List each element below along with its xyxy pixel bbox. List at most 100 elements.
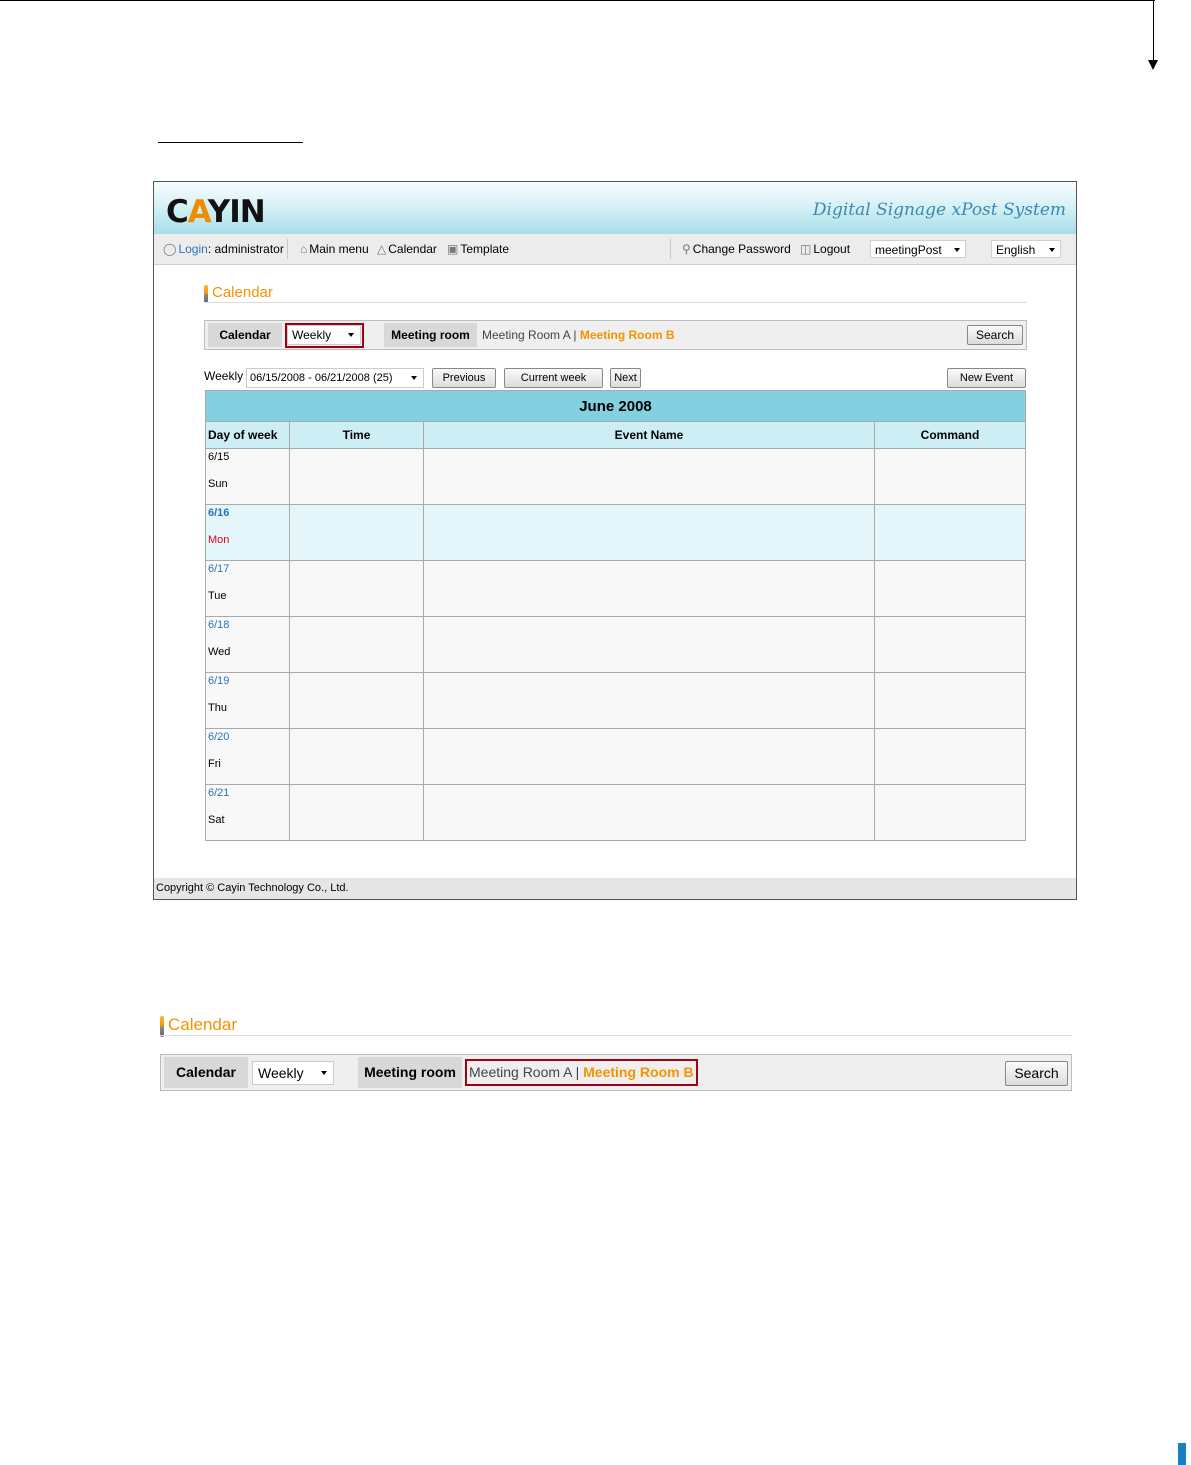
new-event-button[interactable]: New Event [947,368,1026,388]
chevron-down-icon [1049,248,1055,252]
event-cell[interactable] [423,616,875,673]
zoom-highlight-box [465,1059,698,1086]
template-link[interactable]: ▣ Template [447,234,509,264]
day-date[interactable]: 6/17 [208,561,289,576]
room-list: Meeting Room A | Meeting Room B [482,321,675,349]
time-cell [289,784,424,841]
template-icon: ▣ [447,242,459,256]
day-name: Sat [208,814,225,826]
time-cell [289,672,424,729]
nav-divider [287,239,288,259]
chevron-down-icon [954,248,960,252]
command-cell [874,504,1026,561]
event-cell[interactable] [423,728,875,785]
main-menu-link[interactable]: ⌂ Main menu [300,234,369,264]
event-cell[interactable] [423,448,875,505]
day-date[interactable]: 6/16 [208,505,289,520]
room-b-link[interactable]: Meeting Room B [580,328,675,342]
title-underline [158,142,303,143]
title-marker-icon [160,1016,164,1037]
day-cell: 6/18 Wed [205,616,290,673]
next-button[interactable]: Next [610,368,641,388]
day-date[interactable]: 6/18 [208,617,289,632]
title-marker-icon [204,285,208,303]
room-a-link[interactable]: Meeting Room A | [482,328,577,342]
zoom-meeting-room-label: Meeting room [358,1057,462,1088]
table-row: 6/20 Fri [205,728,1026,785]
app-window: CAYIN Digital Signage xPost System ◯ Logi… [153,181,1077,900]
table-row: 6/16 Mon [205,504,1026,561]
chevron-down-icon [321,1071,327,1075]
day-cell: 6/17 Tue [205,560,290,617]
command-cell [874,784,1026,841]
footer-copyright: Copyright © Cayin Technology Co., Ltd. [154,878,1076,899]
search-button[interactable]: Search [967,325,1023,345]
nav-bar: ◯ Login: administrator ⌂ Main menu △ Calend… [154,234,1076,265]
day-name: Sun [208,478,228,490]
event-cell[interactable] [423,784,875,841]
login-info: ◯ Login: administrator [163,234,284,264]
key-icon: ⚲ [682,242,691,256]
command-cell [874,616,1026,673]
highlight-box [285,323,364,348]
event-cell[interactable] [423,672,875,729]
month-title: June 2008 [205,390,1026,422]
logout-icon: ◫ [800,242,812,256]
logout-link[interactable]: ◫ Logout [800,234,850,264]
event-cell[interactable] [423,560,875,617]
calendar-filter-label: Calendar [208,323,282,347]
time-cell [289,616,424,673]
day-cell: 6/16 Mon [205,504,290,561]
event-cell[interactable] [423,504,875,561]
day-date[interactable]: 6/21 [208,785,289,800]
day-cell: 6/21 Sat [205,784,290,841]
cayin-logo: CAYIN [166,194,266,230]
zoom-view-select[interactable]: Weekly [252,1061,334,1085]
arrow-down-icon [1148,60,1158,70]
day-date[interactable]: 6/20 [208,729,289,744]
col-event-name: Event Name [423,421,875,449]
previous-button[interactable]: Previous [432,368,496,388]
col-day-of-week: Day of week [205,421,290,449]
change-password-link[interactable]: ⚲ Change Password [682,234,791,264]
language-select[interactable]: English [991,240,1061,258]
week-range-select[interactable]: 06/15/2008 - 06/21/2008 (25) [246,368,424,388]
command-cell [874,560,1026,617]
current-week-button[interactable]: Current week [504,368,603,388]
user-icon: ◯ [163,242,177,256]
command-cell [874,672,1026,729]
weekly-calendar-table: June 2008 Day of week Time Event Name Co… [205,390,1026,841]
command-cell [874,448,1026,505]
day-cell: 6/15 Sun [205,448,290,505]
command-cell [874,728,1026,785]
day-name: Thu [208,702,227,714]
calendar-icon: △ [377,242,387,256]
day-cell: 6/20 Fri [205,728,290,785]
home-icon: ⌂ [300,242,308,256]
zoom-section-title: Calendar [160,1015,237,1037]
col-time: Time [289,421,424,449]
day-date[interactable]: 6/19 [208,673,289,688]
server-select[interactable]: meetingPost [870,240,966,258]
table-row: 6/18 Wed [205,616,1026,673]
time-cell [289,448,424,505]
meeting-room-label: Meeting room [384,323,477,347]
brand-title: Digital Signage xPost System [812,200,1066,220]
col-command: Command [874,421,1026,449]
table-row: 6/15 Sun [205,448,1026,505]
day-name: Mon [208,534,230,546]
calendar-link[interactable]: △ Calendar [377,234,437,264]
time-cell [289,728,424,785]
day-name: Wed [208,646,231,658]
time-cell [289,504,424,561]
chevron-down-icon [411,376,417,380]
day-name: Fri [208,758,221,770]
zoom-search-button[interactable]: Search [1005,1061,1068,1086]
nav-divider [670,239,671,259]
app-header: CAYIN Digital Signage xPost System [154,182,1076,234]
table-row: 6/21 Sat [205,784,1026,841]
table-row: 6/19 Thu [205,672,1026,729]
day-date: 6/15 [208,451,230,463]
page-tab-marker [1178,1443,1186,1465]
zoom-section-divider [160,1035,1072,1036]
